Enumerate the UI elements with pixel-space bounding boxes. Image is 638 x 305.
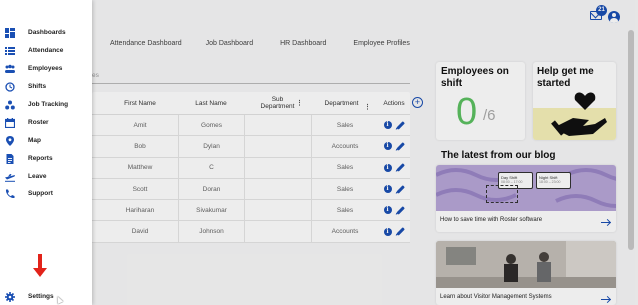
sidebar-item-label: Employees	[28, 65, 63, 72]
sidebar-item-dashboards[interactable]: Dashboards	[0, 24, 92, 41]
gear-icon	[5, 291, 15, 302]
people-icon	[5, 64, 15, 73]
sidebar-item-support[interactable]: Support	[0, 185, 92, 202]
clock-icon	[5, 81, 15, 92]
sidebar-item-label: Attendance	[28, 47, 64, 54]
sidebar-item-settings[interactable]: Settings	[0, 288, 92, 305]
sidebar-item-map[interactable]: Map	[0, 132, 92, 149]
calendar-icon	[5, 117, 15, 128]
sidebar-item-roster[interactable]: Roster	[0, 114, 92, 131]
sidebar-item-shifts[interactable]: Shifts	[0, 78, 92, 95]
annotation-arrow	[38, 254, 42, 269]
sidebar-item-label: Support	[28, 190, 53, 197]
sidebar-item-job-tracking[interactable]: Job Tracking	[0, 96, 92, 113]
sidebar-item-leave[interactable]: Leave	[0, 168, 92, 185]
annotation-arrow-head	[33, 268, 47, 277]
sidebar-item-label: Map	[28, 137, 41, 144]
document-icon	[6, 153, 14, 164]
sidebar-item-employees[interactable]: Employees	[0, 60, 92, 77]
dashboard-icon	[5, 27, 15, 38]
drawer-backdrop[interactable]	[92, 0, 638, 305]
sidebar-item-label: Leave	[28, 173, 47, 180]
sidebar-item-attendance[interactable]: Attendance	[0, 42, 92, 59]
sidebar-item-label: Job Tracking	[28, 101, 69, 108]
nodes-icon	[5, 100, 15, 109]
map-pin-icon	[6, 135, 14, 146]
sidebar-item-label: Dashboards	[28, 29, 66, 36]
list-icon	[5, 46, 15, 55]
sidebar-item-label: Shifts	[28, 83, 47, 90]
phone-icon	[5, 189, 15, 198]
sidebar-drawer: Dashboards Attendance Employees Shifts J…	[0, 0, 92, 305]
sidebar-item-reports[interactable]: Reports	[0, 150, 92, 167]
sidebar-item-label: Roster	[28, 119, 49, 126]
sidebar-item-label: Settings	[28, 293, 54, 300]
sidebar-item-label: Reports	[28, 155, 53, 162]
plane-icon	[5, 173, 15, 182]
